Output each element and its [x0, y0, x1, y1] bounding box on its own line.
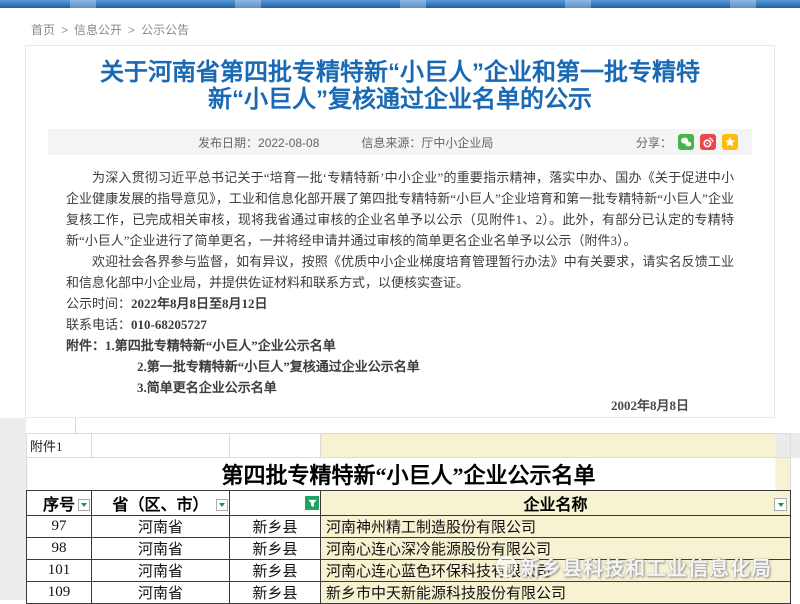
serial-cell: 109 [27, 582, 92, 604]
province-cell: 河南省 [92, 560, 230, 582]
province-cell: 河南省 [92, 538, 230, 560]
column-header-serial: 序号 [27, 491, 92, 516]
table-row: 101 河南省 新乡县 河南心连心蓝色环保科技有限公司 [27, 560, 791, 582]
sign-date: 2002年8月8日 [66, 398, 734, 414]
attachments-line: 3.简单更名企业公示名单 [66, 377, 734, 398]
column-header-province: 省（区、市） [92, 491, 230, 516]
paragraph: 欢迎社会各界参与监督，如有异议，按照《优质中小企业梯度培育管理暂行办法》中有关要… [66, 251, 734, 293]
attachment-item-1: 1.第四批专精特新“小巨人”企业公示名单 [105, 338, 336, 353]
sheet-corner-row: 附件1 [27, 434, 791, 458]
qzone-star-share-icon[interactable] [722, 134, 738, 150]
filter-dropdown-icon [774, 498, 787, 511]
filter-dropdown-icon [216, 499, 228, 511]
attachment-item-2: 2.第一批专精特新“小巨人”复核通过企业公示名单 [137, 359, 420, 374]
page-title: 关于河南省第四批专精特新“小巨人”企业和第一批专精特 新“小巨人”复核通过企业名… [26, 59, 774, 113]
paragraph: 为深入贯彻习近平总书记关于“培育一批‘专精特新’中小企业”的重要指示精神，落实中… [66, 167, 734, 251]
sheet-empty-cell [321, 434, 791, 458]
wechat-share-icon[interactable] [678, 134, 694, 150]
article-panel: 关于河南省第四批专精特新“小巨人”企业和第一批专精特 新“小巨人”复核通过企业名… [25, 45, 775, 418]
company-cell: 河南神州精工制造股份有限公司 [321, 516, 791, 538]
breadcrumb-item-info-disclosure[interactable]: 信息公开 [74, 23, 122, 37]
weibo-share-icon[interactable] [700, 134, 716, 150]
company-cell: 河南心连心深冷能源股份有限公司 [321, 538, 791, 560]
serial-cell: 98 [27, 538, 92, 560]
filter-dropdown-icon [78, 499, 90, 511]
page-title-line-2: 新“小巨人”复核通过企业名单的公示 [26, 86, 774, 113]
company-cell: 河南心连心蓝色环保科技有限公司 [321, 560, 791, 582]
sheet-gridline [75, 418, 76, 433]
serial-cell: 101 [27, 560, 92, 582]
breadcrumb-item-home[interactable]: 首页 [31, 23, 55, 37]
info-source-label: 信息来源： [361, 136, 421, 150]
sheet-table: 附件1 第四批专精特新“小巨人”企业公示名单 序号 省（区、市） 企业名称 [26, 433, 791, 604]
company-cell: 新乡市中天新能源科技股份有限公司 [321, 582, 791, 604]
filter-active-icon [305, 496, 319, 510]
county-cell: 新乡县 [230, 538, 321, 560]
top-nav-bar [0, 0, 800, 8]
contact-phone-line: 联系电话：010-68205727 [66, 314, 734, 335]
table-row: 97 河南省 新乡县 河南神州精工制造股份有限公司 [27, 516, 791, 538]
attachments-line: 2.第一批专精特新“小巨人”复核通过企业公示名单 [66, 356, 734, 377]
county-cell: 新乡县 [230, 516, 321, 538]
sheet-corner-cell: 附件1 [27, 434, 92, 458]
sheet-header-row: 序号 省（区、市） 企业名称 [27, 491, 791, 516]
publish-date-label: 发布日期： [198, 136, 258, 150]
publicity-time-value: 2022年8月8日至8月12日 [131, 296, 268, 311]
province-cell: 河南省 [92, 582, 230, 604]
attachments-label: 附件： [66, 338, 105, 353]
table-row: 109 河南省 新乡县 新乡市中天新能源科技股份有限公司 [27, 582, 791, 604]
table-row: 98 河南省 新乡县 河南心连心深冷能源股份有限公司 [27, 538, 791, 560]
column-header-company: 企业名称 [321, 491, 791, 516]
sheet-title-row: 第四批专精特新“小巨人”企业公示名单 [27, 458, 791, 491]
breadcrumb-item-current: 公示公告 [141, 23, 189, 37]
sheet-left-gutter [0, 418, 26, 600]
county-cell: 新乡县 [230, 582, 321, 604]
column-header-county [230, 491, 321, 516]
contact-phone-label: 联系电话： [66, 317, 131, 332]
attachment-sheet: 附件1 第四批专精特新“小巨人”企业公示名单 序号 省（区、市） 企业名称 [0, 418, 800, 600]
attachment-item-3: 3.简单更名企业公示名单 [137, 380, 277, 395]
page-title-line-1: 关于河南省第四批专精特新“小巨人”企业和第一批专精特 [26, 59, 774, 86]
province-cell: 河南省 [92, 516, 230, 538]
publish-date-value: 2022-08-08 [258, 136, 319, 150]
breadcrumb-separator: > [128, 23, 135, 37]
publicity-time-line: 公示时间：2022年8月8日至8月12日 [66, 293, 734, 314]
attachments-line: 附件：1.第四批专精特新“小巨人”企业公示名单 [66, 335, 734, 356]
sheet-empty-cell [230, 434, 321, 458]
serial-cell: 97 [27, 516, 92, 538]
breadcrumb: 首页 > 信息公开 > 公示公告 [31, 21, 189, 38]
breadcrumb-separator: > [61, 23, 68, 37]
meta-bar: 发布日期：2022-08-08 信息来源：厅中小企业局 分享： [48, 129, 752, 155]
county-cell: 新乡县 [230, 560, 321, 582]
info-source: 信息来源：厅中小企业局 [361, 134, 493, 151]
publish-date: 发布日期：2022-08-08 [198, 134, 319, 151]
sheet-title: 第四批专精特新“小巨人”企业公示名单 [27, 458, 791, 491]
info-source-value: 厅中小企业局 [421, 136, 493, 150]
share-group: 分享： [636, 134, 738, 151]
article-body: 为深入贯彻习近平总书记关于“培育一批‘专精特新’中小企业”的重要指示精神，落实中… [26, 155, 774, 414]
contact-phone-value: 010-68205727 [131, 317, 207, 332]
share-label: 分享： [636, 134, 672, 151]
publicity-time-label: 公示时间： [66, 296, 131, 311]
sheet-empty-cell [92, 434, 230, 458]
